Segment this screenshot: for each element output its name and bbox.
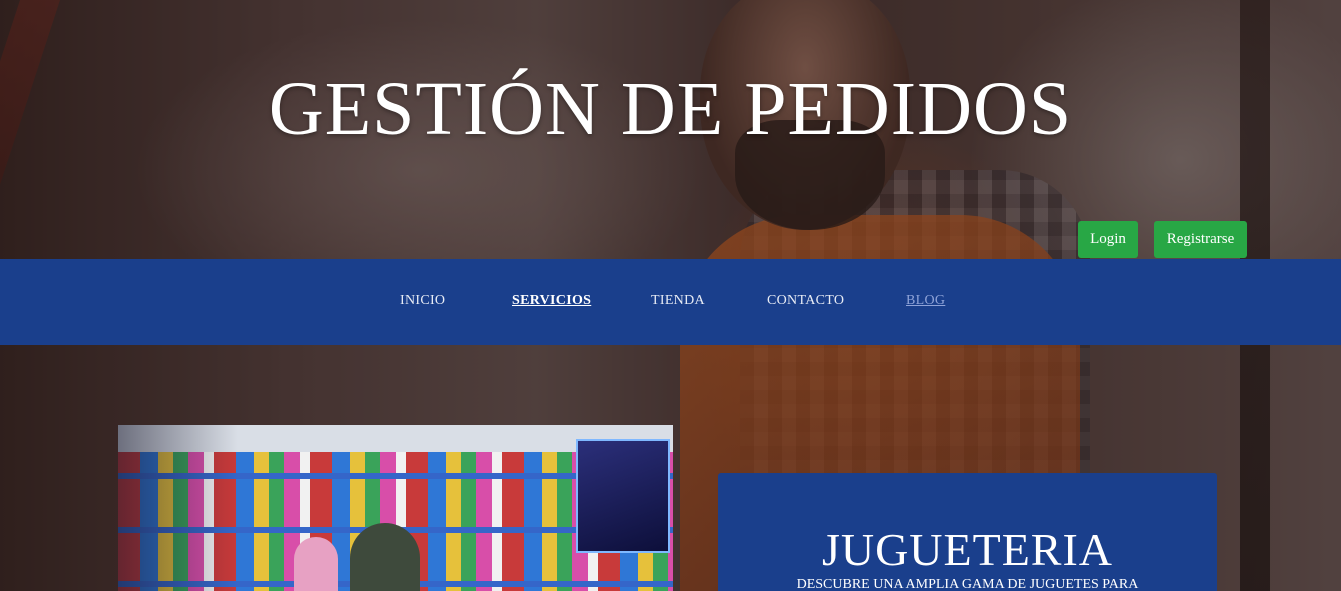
card-title: JUGUETERIA	[821, 524, 1114, 575]
photo-shadow	[118, 425, 238, 591]
shopper-figure	[294, 537, 338, 591]
main-navbar: INICIO SERVICIOS TIENDA CONTACTO BLOG	[0, 259, 1341, 345]
jugueteria-card: JUGUETERIA DESCUBRE UNA AMPLIA GAMA DE J…	[718, 473, 1217, 591]
nav-link-tienda[interactable]: TIENDA	[651, 293, 705, 309]
shopper-figure	[350, 523, 420, 591]
nav-link-contacto[interactable]: CONTACTO	[767, 293, 844, 309]
toy-store-photo	[118, 425, 673, 591]
card-description: DESCUBRE UNA AMPLIA GAMA DE JUGUETES PAR…	[796, 577, 1139, 591]
register-button[interactable]: Registrarse	[1154, 221, 1247, 258]
page: GESTIÓN DE PEDIDOS Login Registrarse INI…	[0, 0, 1341, 591]
nav-link-blog[interactable]: BLOG	[906, 293, 945, 309]
login-button[interactable]: Login	[1078, 221, 1138, 258]
site-title: GESTIÓN DE PEDIDOS	[268, 67, 1073, 151]
store-poster	[576, 439, 670, 553]
nav-link-inicio[interactable]: INICIO	[400, 293, 445, 309]
nav-link-servicios[interactable]: SERVICIOS	[512, 293, 591, 309]
